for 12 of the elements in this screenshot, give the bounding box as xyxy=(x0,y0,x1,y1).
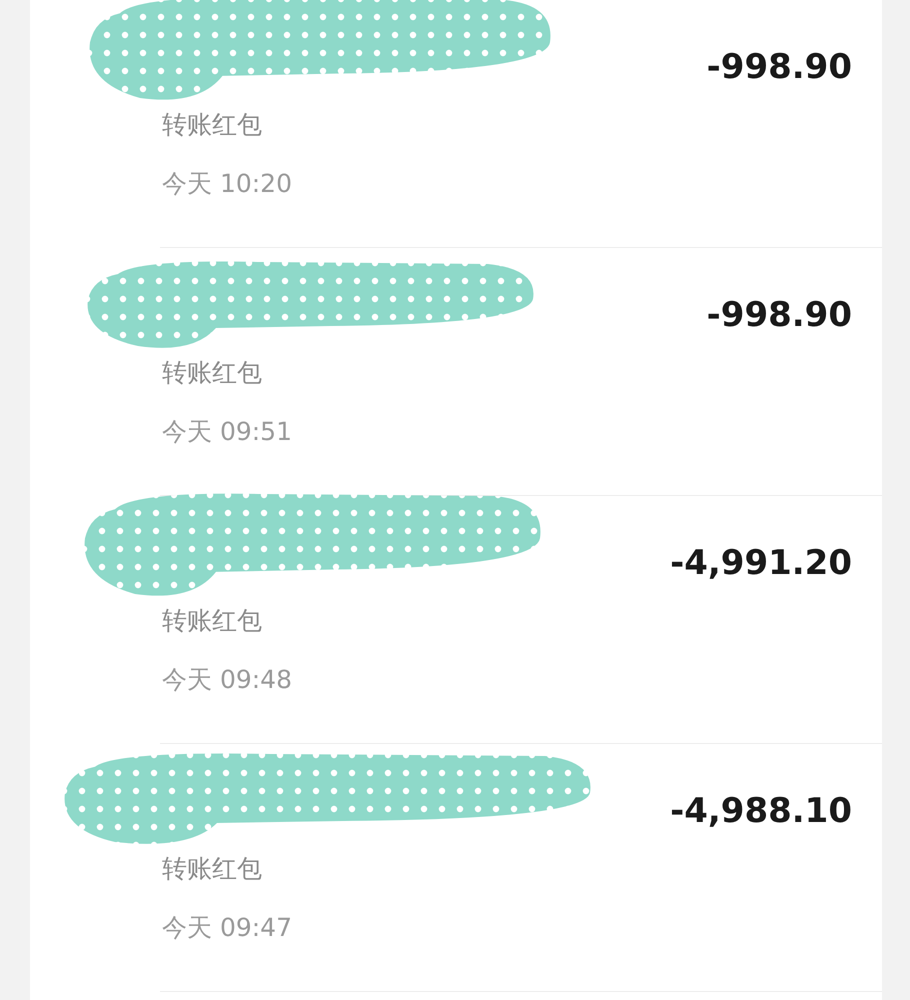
transaction-time: 今天 09:47 xyxy=(162,912,292,944)
transaction-type: 转账红包 xyxy=(162,357,263,389)
transaction-amount: -4,988.10 xyxy=(670,791,852,831)
transaction-amount: -998.90 xyxy=(706,47,852,87)
transaction-time: 今天 09:51 xyxy=(162,416,292,448)
transaction-type: 转账红包 xyxy=(162,853,263,885)
transaction-type: 转账红包 xyxy=(162,109,263,141)
transaction-time: 今天 10:20 xyxy=(162,168,292,200)
transaction-time: 今天 09:48 xyxy=(162,664,292,696)
transaction-amount: -4,991.20 xyxy=(670,543,852,583)
transaction-amount: -998.90 xyxy=(706,295,852,335)
transaction-type: 转账红包 xyxy=(162,605,263,637)
